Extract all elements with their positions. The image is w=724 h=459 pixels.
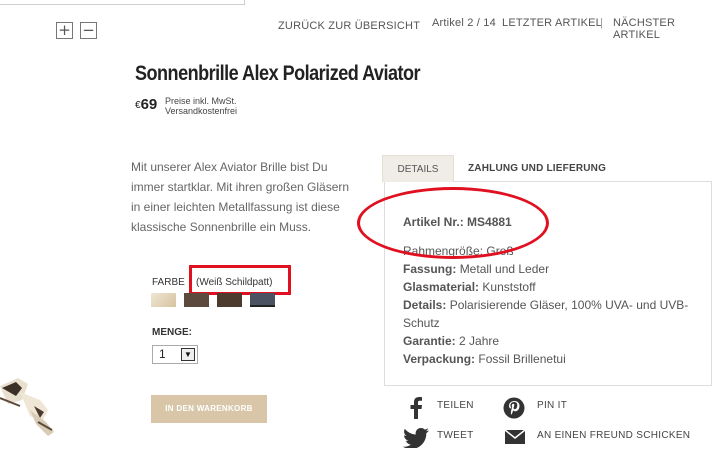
detail-warranty-value: 2 Jahre [459, 334, 500, 348]
detail-packaging-label: Verpackung: [403, 352, 476, 366]
detail-frame: Fassung: Metall und Leder [403, 260, 549, 278]
annotation-box [189, 265, 291, 295]
detail-frame-value: Metall und Leder [459, 262, 550, 276]
detail-glass-label: Glasmaterial: [403, 280, 480, 294]
quantity-value: 1 [159, 347, 166, 361]
price-value: 69 [140, 96, 158, 113]
detail-warranty-label: Garantie: [403, 334, 456, 348]
color-swatch-brown[interactable] [184, 293, 209, 307]
pinterest-icon[interactable] [503, 397, 525, 419]
pin-it-link[interactable]: PIN IT [537, 400, 567, 411]
nav-separator: | [600, 17, 604, 29]
back-to-overview-link[interactable]: ZURÜCK ZUR ÜBERSICHT [278, 20, 420, 32]
tweet-link[interactable]: TWEET [437, 430, 474, 441]
product-image-area: + − [0, 0, 245, 459]
product-price: €69 [135, 96, 157, 114]
tab-details[interactable]: DETAILS [382, 155, 454, 182]
share-facebook-link[interactable]: TEILEN [437, 400, 474, 411]
quantity-select[interactable]: 1 ▼ [152, 345, 198, 364]
color-swatch-dark-brown[interactable] [217, 293, 242, 307]
detail-details-label: Details: [403, 298, 447, 312]
color-label: FARBE [152, 277, 185, 288]
add-to-cart-button[interactable]: IN DEN WARENKORB [151, 395, 267, 423]
next-article-link[interactable]: NÄCHSTER ARTIKEL [613, 17, 724, 41]
mail-icon[interactable] [505, 430, 525, 444]
detail-glass: Glasmaterial: Kunststoff [403, 278, 536, 296]
detail-packaging: Verpackung: Fossil Brillenetui [403, 350, 566, 368]
product-description: Mit unserer Alex Aviator Brille bist Du … [131, 160, 350, 234]
email-friend-link[interactable]: AN EINEN FREUND SCHICKEN [537, 430, 690, 441]
price-note-tax: Preise inkl. MwSt. [165, 96, 237, 106]
detail-frame-label: Fassung: [403, 262, 457, 276]
product-title: Sonnenbrille Alex Polarized Aviator [135, 62, 421, 85]
chevron-down-icon[interactable]: ▼ [181, 348, 195, 361]
product-photo[interactable] [0, 370, 80, 450]
top-divider [0, 0, 245, 5]
detail-details-cont: Schutz [403, 316, 440, 330]
zoom-out-button[interactable]: − [80, 22, 97, 39]
annotation-ellipse [357, 187, 549, 259]
twitter-icon[interactable] [403, 428, 429, 448]
facebook-icon[interactable] [409, 397, 423, 419]
detail-warranty: Garantie: 2 Jahre [403, 332, 499, 350]
article-counter: Artikel 2 / 14 [432, 17, 496, 29]
color-swatch-white-tortoise[interactable] [151, 293, 176, 307]
detail-packaging-value: Fossil Brillenetui [478, 352, 566, 366]
price-note: Preise inkl. MwSt. Versandkostenfrei [165, 96, 237, 116]
detail-details: Details: Polarisierende Gläser, 100% UVA… [403, 296, 688, 314]
color-swatch-navy[interactable] [250, 293, 275, 307]
previous-article-link[interactable]: LETZTER ARTIKEL [502, 17, 602, 29]
detail-details-value: Polarisierende Gläser, 100% UVA- und UVB… [449, 298, 689, 312]
quantity-label: MENGE: [152, 327, 192, 338]
tab-payment-delivery[interactable]: ZAHLUNG UND LIEFERUNG [468, 155, 606, 182]
price-note-shipping: Versandkostenfrei [165, 106, 238, 116]
zoom-in-button[interactable]: + [56, 22, 73, 39]
detail-glass-value: Kunststoff [482, 280, 536, 294]
